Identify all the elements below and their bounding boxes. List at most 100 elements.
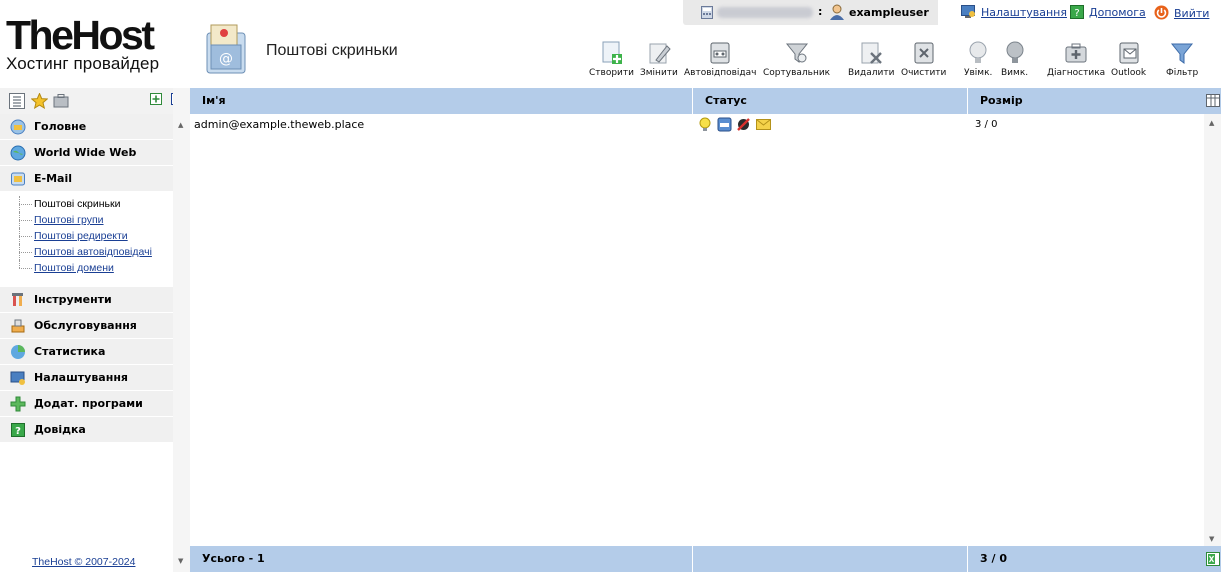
sidebar-section-settings[interactable]: Налаштування <box>0 365 173 391</box>
favorites-star-icon[interactable] <box>31 93 48 109</box>
autoreply-label: Автовідповідач <box>684 68 757 78</box>
filter-label: Фільтр <box>1166 68 1199 78</box>
enable-button[interactable]: Увімк. <box>964 40 992 78</box>
enabled-bulb-icon <box>699 117 711 131</box>
copyright-link[interactable]: TheHost © 2007-2024 <box>32 556 135 568</box>
help-link[interactable]: ? Допомога <box>1070 5 1146 19</box>
settings-monitor-icon <box>10 371 25 385</box>
bulb-on-icon <box>969 41 987 63</box>
export-excel-icon[interactable] <box>1206 552 1220 566</box>
column-header-size-label: Розмір <box>980 94 1023 107</box>
filter-button[interactable]: Фільтр <box>1166 40 1198 78</box>
sidebar-section-tools[interactable]: Інструменти <box>0 287 173 313</box>
sidebar-section-email-label: E-Mail <box>34 172 72 185</box>
logout-link-text[interactable]: Вийти <box>1174 7 1209 20</box>
sidebar-item-autoresponders[interactable]: Поштові автовідповідачі <box>0 244 173 260</box>
mailbox-storage-icon <box>717 117 731 132</box>
email-icon <box>11 172 25 186</box>
column-header-status[interactable]: Статус <box>693 88 968 114</box>
briefcase-icon[interactable] <box>53 93 69 109</box>
settings-link[interactable]: Налаштування <box>961 5 1067 19</box>
sorter-button[interactable]: Сортувальник <box>763 40 830 78</box>
disable-label: Вимк. <box>1001 68 1029 78</box>
sidebar-item-autoresponders-link[interactable]: Поштові автовідповідачі <box>34 246 152 258</box>
sidebar-section-help-label: Довідка <box>34 423 86 436</box>
sidebar-section-email[interactable]: E-Mail <box>0 166 173 192</box>
sidebar-section-www[interactable]: World Wide Web <box>0 140 173 166</box>
copyright[interactable]: TheHost © 2007-2024 <box>32 556 135 568</box>
username[interactable]: exampleuser <box>849 6 929 19</box>
help-icon: ? <box>1070 5 1084 19</box>
column-header-status-label: Статус <box>705 94 747 107</box>
sidebar-item-groups-link[interactable]: Поштові групи <box>34 214 104 226</box>
power-icon <box>1154 5 1169 20</box>
help-icon: ? <box>11 423 25 437</box>
scroll-down-arrow-icon[interactable]: ▼ <box>178 557 183 565</box>
sidebar-section-tools-label: Інструменти <box>34 293 112 306</box>
sidebar-section-home[interactable]: Головне <box>0 114 173 140</box>
sidebar-section-help[interactable]: ? Довідка <box>0 417 173 443</box>
sidebar-section-stats[interactable]: Статистика <box>0 339 173 365</box>
outlook-label: Outlook <box>1111 68 1147 78</box>
column-header-size[interactable]: Розмір <box>968 88 1204 114</box>
table-row[interactable]: admin@example.theweb.place 3 / 0 <box>190 115 1204 135</box>
table-footer: Усього - 1 3 / 0 <box>190 546 1221 572</box>
footer-total-label: Усього - 1 <box>202 552 265 565</box>
clear-button[interactable]: Очистити <box>901 40 946 78</box>
disable-button[interactable]: Вимк. <box>1001 40 1028 78</box>
sidebar-item-domains[interactable]: Поштові домени <box>0 260 173 276</box>
plus-icon <box>10 396 26 412</box>
delete-button[interactable]: Видалити <box>848 40 894 78</box>
outlook-button[interactable]: Outlook <box>1111 40 1146 78</box>
status-icons <box>698 117 772 135</box>
diagnostics-label: Діагностика <box>1047 68 1106 78</box>
calculator-icon <box>701 6 713 19</box>
sorter-funnel-icon <box>785 43 808 63</box>
sidebar-section-service-label: Обслуговування <box>34 319 137 332</box>
sidebar-section-service[interactable]: Обслуговування <box>0 313 173 339</box>
footer-size: 3 / 0 <box>968 546 1204 572</box>
page-title: Поштові скриньки <box>266 42 398 59</box>
home-icon <box>10 119 26 135</box>
sidebar-item-redirects[interactable]: Поштові редиректи <box>0 228 173 244</box>
left-scroll-column[interactable]: ▲ ▼ <box>173 88 190 572</box>
sidebar-toolbar <box>0 88 183 114</box>
sidebar-section-addons[interactable]: Додат. програми <box>0 391 173 417</box>
scroll-down-arrow-icon[interactable]: ▼ <box>1209 535 1214 543</box>
brand-subtitle: Хостинг провайдер <box>6 54 160 73</box>
user-separator: : <box>818 5 823 18</box>
column-header-name[interactable]: Ім'я <box>190 88 693 114</box>
svg-text:?: ? <box>15 426 21 437</box>
email-submenu: Поштові скриньки Поштові групи Поштові р… <box>0 192 173 282</box>
delete-label: Видалити <box>848 68 895 78</box>
envelope-icon <box>755 119 771 130</box>
right-scrollbar[interactable]: ▲ ▼ <box>1204 114 1221 546</box>
header: TheHost Хостинг провайдер @ Поштові скри… <box>0 0 1221 88</box>
sorter-label: Сортувальник <box>763 68 831 78</box>
menu-tree-icon[interactable] <box>9 93 25 109</box>
autoreply-icon <box>710 42 730 64</box>
expand-all-icon[interactable] <box>150 93 162 105</box>
sidebar-item-redirects-link[interactable]: Поштові редиректи <box>34 230 128 242</box>
settings-link-text[interactable]: Налаштування <box>981 6 1067 19</box>
brand-logo[interactable]: TheHost Хостинг провайдер <box>6 14 188 76</box>
scroll-up-arrow-icon[interactable]: ▲ <box>178 121 183 129</box>
logout-link[interactable]: Вийти <box>1154 5 1209 20</box>
edit-button[interactable]: Змінити <box>640 40 678 78</box>
help-link-text[interactable]: Допомога <box>1089 6 1146 19</box>
column-settings-icon[interactable] <box>1206 94 1220 107</box>
globe-icon <box>10 145 26 161</box>
service-icon <box>11 319 25 333</box>
sidebar-item-domains-link[interactable]: Поштові домени <box>34 262 114 274</box>
account-id-redacted <box>717 7 813 18</box>
sidebar: Головне World Wide Web E-Mail Поштові ск… <box>0 88 183 572</box>
scroll-up-arrow-icon[interactable]: ▲ <box>1209 119 1214 127</box>
spam-filter-icon <box>737 118 750 131</box>
autoreply-button[interactable]: Автовідповідач <box>684 40 757 78</box>
medkit-icon <box>1065 43 1087 63</box>
diagnostics-button[interactable]: Діагностика <box>1047 40 1105 78</box>
create-button[interactable]: Створити <box>589 40 634 78</box>
sidebar-section-stats-label: Статистика <box>34 345 106 358</box>
sidebar-item-groups[interactable]: Поштові групи <box>0 212 173 228</box>
sidebar-item-mailboxes[interactable]: Поштові скриньки <box>0 196 173 212</box>
